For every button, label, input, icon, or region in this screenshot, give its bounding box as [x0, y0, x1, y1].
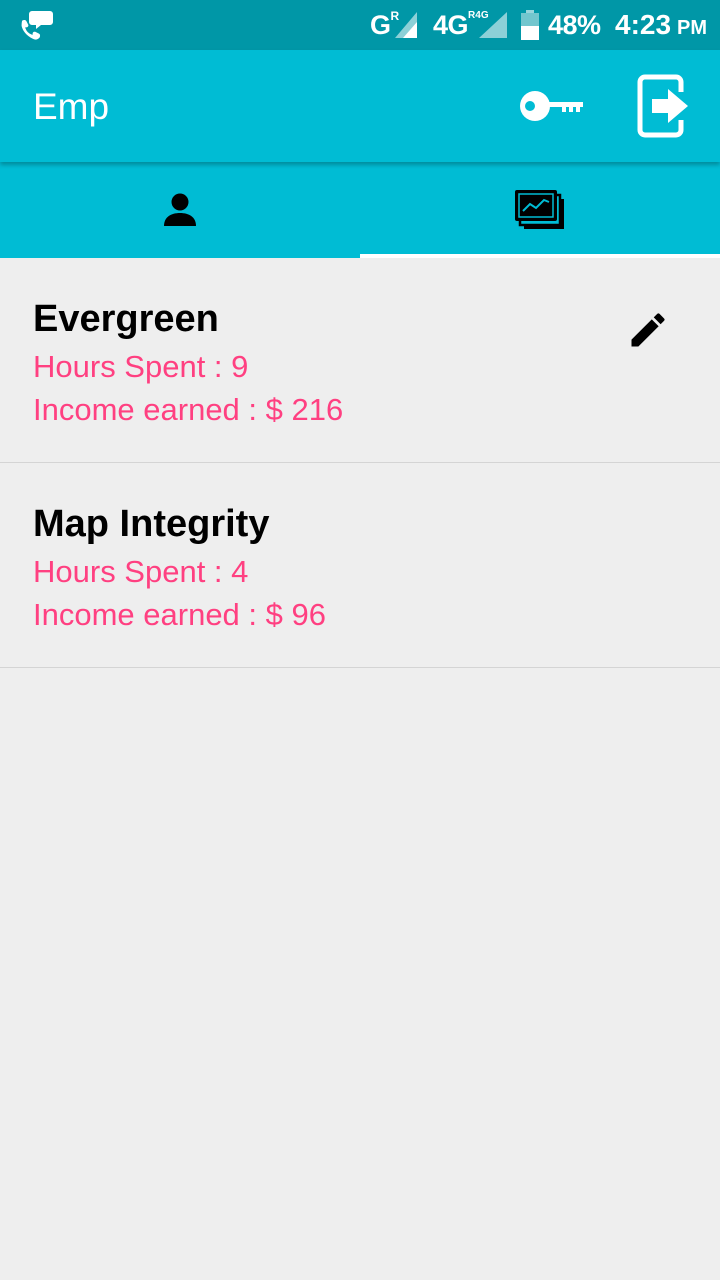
signal-2-icon — [478, 12, 507, 38]
tab-bar — [0, 162, 720, 258]
network-g-label: G — [370, 9, 391, 40]
battery-icon — [520, 0, 540, 50]
list-item[interactable]: Evergreen Hours Spent : 9 Income earned … — [0, 258, 720, 463]
status-bar: G R 4G R4G 48% 4:23 PM — [0, 0, 720, 50]
income-earned: Income earned : $ 96 — [33, 597, 326, 632]
hours-spent: Hours Spent : 9 — [33, 349, 249, 384]
key-icon — [520, 91, 583, 121]
network-g-indicator: G R — [370, 0, 418, 50]
clock-ampm: PM — [677, 16, 708, 39]
edit-button[interactable] — [620, 302, 676, 358]
income-earned: Income earned : $ 216 — [33, 392, 344, 427]
network-4g-label: 4G — [433, 9, 469, 40]
tab-profile[interactable] — [0, 162, 360, 258]
project-list: Evergreen Hours Spent : 9 Income earned … — [0, 258, 720, 668]
signal-1-icon — [395, 12, 418, 38]
hours-spent: Hours Spent : 4 — [33, 554, 249, 589]
page-title: Emp — [33, 86, 110, 127]
project-name: Evergreen — [33, 298, 219, 340]
battery-percent: 48% — [548, 9, 601, 40]
logout-button[interactable] — [630, 70, 696, 142]
person-icon — [164, 193, 196, 226]
network-4g-indicator: 4G R4G — [433, 0, 507, 50]
pencil-icon — [631, 313, 665, 347]
project-name: Map Integrity — [33, 503, 270, 545]
list-item[interactable]: Map Integrity Hours Spent : 4 Income ear… — [0, 463, 720, 668]
exit-icon — [637, 74, 688, 138]
change-password-button[interactable] — [512, 80, 592, 132]
stacked-reports-icon — [515, 190, 564, 229]
app-bar: Emp — [0, 50, 720, 162]
tab-projects[interactable] — [360, 162, 720, 258]
clock-time: 4:23 — [615, 9, 672, 40]
call-notification-icon — [18, 0, 54, 50]
